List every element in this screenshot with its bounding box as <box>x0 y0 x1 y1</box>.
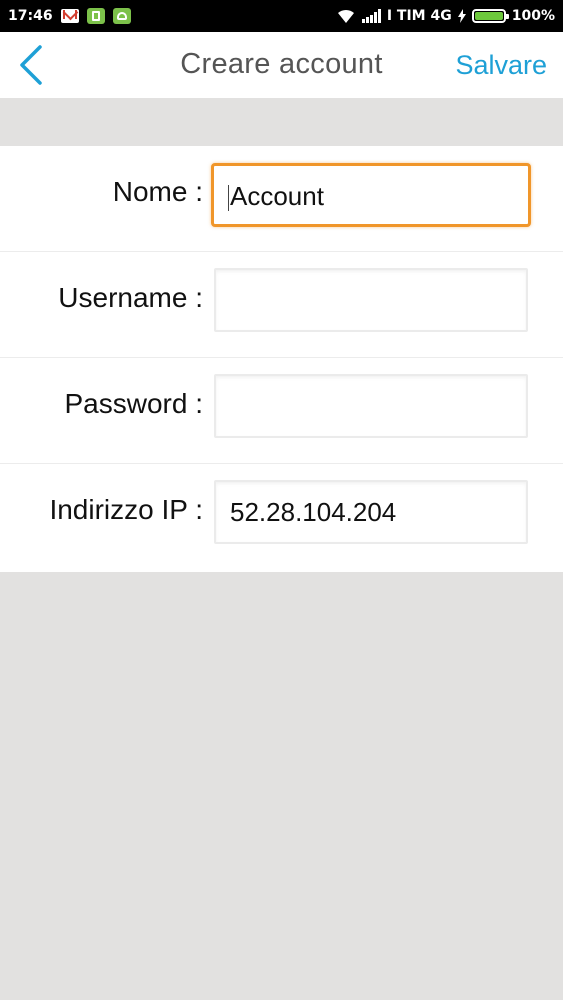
account-form: Nome : Account Username : Password : Ind… <box>0 146 563 572</box>
carrier-label: I TIM 4G <box>386 8 452 24</box>
form-row-username: Username : <box>0 252 563 358</box>
save-button[interactable]: Salvare <box>455 50 547 81</box>
username-label: Username : <box>58 282 203 313</box>
password-field[interactable] <box>214 374 528 438</box>
form-row-password: Password : <box>0 358 563 464</box>
wifi-icon <box>337 9 354 23</box>
gmail-icon <box>60 9 79 23</box>
status-bar-left: 17:46 <box>8 0 131 32</box>
battery-percent: 100% <box>511 8 555 24</box>
status-time: 17:46 <box>8 8 53 24</box>
form-row-ip: Indirizzo IP : 52.28.104.204 <box>0 464 563 572</box>
app-header: Creare account Salvare <box>0 32 563 98</box>
ip-address-field[interactable]: 52.28.104.204 <box>214 480 528 544</box>
ip-address-value: 52.28.104.204 <box>230 497 397 527</box>
nome-label: Nome : <box>112 176 203 207</box>
password-label: Password : <box>64 388 204 419</box>
nome-value: Account <box>230 181 324 211</box>
nome-field[interactable]: Account <box>211 163 531 227</box>
form-row-nome: Nome : Account <box>0 146 563 252</box>
ip-address-label: Indirizzo IP : <box>49 494 203 525</box>
charging-icon <box>457 9 466 23</box>
android-icon <box>112 8 131 24</box>
status-bar: 17:46 I TIM 4G 100% <box>0 0 563 32</box>
text-caret <box>228 185 229 212</box>
battery-icon <box>471 9 509 23</box>
battery-saver-icon <box>86 8 105 24</box>
signal-icon <box>361 9 381 23</box>
status-bar-right: I TIM 4G 100% <box>336 0 555 32</box>
username-field[interactable] <box>214 268 528 332</box>
